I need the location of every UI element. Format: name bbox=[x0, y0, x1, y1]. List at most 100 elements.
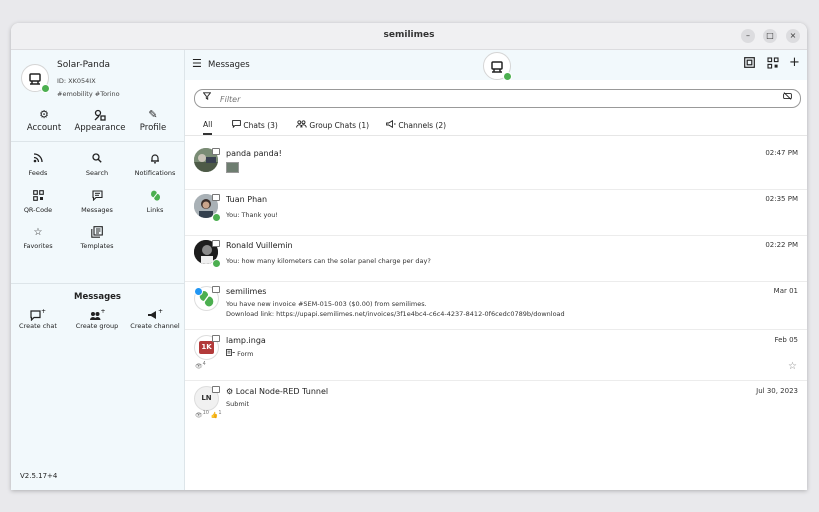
chat-badge-icon bbox=[212, 194, 220, 201]
tab-channels[interactable]: Channels (2) bbox=[386, 119, 447, 130]
svg-text:+: + bbox=[158, 308, 163, 315]
tab-channels-label: Channels (2) bbox=[398, 121, 447, 130]
app-window: semilimes – □ × Solar-Panda ID: XK054IX … bbox=[11, 23, 807, 490]
leaf-icon bbox=[126, 190, 184, 203]
message-icon bbox=[68, 190, 126, 203]
nav-search[interactable]: Search bbox=[68, 153, 126, 177]
chat-time: Mar 01 bbox=[773, 287, 798, 295]
online-status-dot bbox=[212, 213, 221, 222]
views-counter: 👁10 👍1 bbox=[195, 410, 222, 419]
minimize-button[interactable]: – bbox=[741, 29, 755, 43]
account-label: Account bbox=[26, 123, 62, 133]
chat-time: 02:47 PM bbox=[765, 149, 798, 157]
chat-item[interactable]: semilimes Mar 01 You have new invoice #S… bbox=[185, 281, 807, 330]
nav-notifications-label: Notifications bbox=[134, 169, 176, 177]
chat-preview: Submit bbox=[226, 400, 250, 408]
create-chat-button[interactable]: + Create chat bbox=[11, 308, 67, 331]
nav-qr-code-label: QR-Code bbox=[23, 206, 53, 214]
favorite-star-icon[interactable]: ☆ bbox=[788, 361, 797, 372]
chat-preview: You: Thank you! bbox=[226, 211, 279, 219]
title-bar: semilimes – □ × bbox=[11, 23, 807, 50]
svg-text:+: + bbox=[41, 308, 46, 315]
hamburger-menu-icon[interactable]: ☰ bbox=[192, 58, 202, 69]
create-channel-button[interactable]: + Create channel bbox=[126, 308, 184, 331]
gear-small-icon: ⚙ bbox=[226, 387, 236, 396]
lamp-logo: 1K bbox=[199, 341, 214, 354]
chat-item[interactable]: panda panda! 02:47 PM bbox=[185, 143, 807, 190]
divider bbox=[11, 283, 184, 284]
nav-search-label: Search bbox=[85, 169, 109, 177]
nav-links-label: Links bbox=[146, 206, 164, 214]
nav-notifications[interactable]: Notifications bbox=[126, 153, 184, 177]
group-icon bbox=[296, 120, 309, 130]
star-icon: ☆ bbox=[33, 227, 43, 238]
chat-icon bbox=[232, 120, 243, 130]
gear-icon: ⚙ bbox=[39, 108, 49, 121]
bell-icon bbox=[126, 153, 184, 166]
account-button[interactable]: ⚙ Account bbox=[15, 108, 73, 133]
messages-header: ☰ Messages + bbox=[185, 50, 807, 81]
nav-qr-code[interactable]: QR-Code bbox=[11, 190, 67, 214]
tab-all[interactable]: All bbox=[203, 120, 213, 135]
divider bbox=[11, 141, 184, 142]
nav-templates[interactable]: Templates bbox=[68, 226, 126, 250]
chat-preview: You have new invoice #SEM-015-003 ($0.00… bbox=[226, 300, 427, 308]
filter-bar[interactable] bbox=[194, 89, 801, 108]
chat-item[interactable]: LN ⚙ Local Node-RED Tunnel Jul 30, 2023 … bbox=[185, 381, 807, 427]
profile-button[interactable]: ✎ Profile bbox=[124, 108, 182, 133]
create-channel-label: Create channel bbox=[130, 322, 180, 330]
online-status-dot bbox=[41, 84, 50, 93]
qr-scan-icon[interactable] bbox=[767, 57, 779, 73]
appearance-label: Appearance bbox=[74, 123, 126, 133]
chat-preview: Form bbox=[226, 349, 253, 358]
chat-name: Tuan Phan bbox=[226, 195, 268, 204]
qr-icon bbox=[11, 190, 67, 203]
group-badge-icon bbox=[212, 148, 220, 155]
filter-icon bbox=[202, 92, 212, 102]
chat-item[interactable]: Tuan Phan 02:35 PM You: Thank you! bbox=[185, 189, 807, 236]
verified-badge-icon bbox=[194, 287, 203, 296]
online-status-dot bbox=[503, 72, 512, 81]
nav-messages[interactable]: Messages bbox=[68, 190, 126, 214]
create-chat-label: Create chat bbox=[19, 322, 57, 330]
profile-name: Solar-Panda bbox=[57, 60, 111, 70]
profile-tags: #emobility #Torino bbox=[57, 90, 120, 98]
clear-filter-icon[interactable] bbox=[783, 92, 792, 102]
close-button[interactable]: × bbox=[786, 29, 800, 43]
form-icon bbox=[226, 349, 237, 358]
header-title: Messages bbox=[208, 60, 250, 70]
pencil-icon: ✎ bbox=[148, 108, 158, 121]
chat-name: lamp.inga bbox=[226, 336, 266, 345]
sidebar: Solar-Panda ID: XK054IX #emobility #Tori… bbox=[11, 50, 185, 490]
profile-avatar[interactable] bbox=[21, 64, 50, 93]
channel-badge-icon bbox=[212, 386, 220, 393]
eye-icon: 👁 bbox=[195, 363, 203, 370]
nav-favorites[interactable]: ☆ Favorites bbox=[11, 226, 67, 250]
appearance-button[interactable]: Appearance bbox=[71, 108, 129, 133]
scan-frame-icon[interactable] bbox=[744, 57, 755, 72]
chat-name: ⚙ Local Node-RED Tunnel bbox=[226, 387, 328, 396]
create-group-button[interactable]: + Create group bbox=[68, 308, 126, 331]
chat-badge-icon bbox=[212, 286, 220, 293]
add-icon[interactable]: + bbox=[789, 56, 800, 70]
profile-label: Profile bbox=[139, 123, 167, 133]
tab-chats[interactable]: Chats (3) bbox=[232, 120, 278, 130]
nav-messages-label: Messages bbox=[81, 206, 113, 214]
megaphone-icon bbox=[386, 119, 398, 130]
chat-time: 02:35 PM bbox=[765, 195, 798, 203]
nav-links[interactable]: Links bbox=[126, 190, 184, 214]
header-avatar[interactable] bbox=[483, 52, 512, 81]
tab-group-chats[interactable]: Group Chats (1) bbox=[296, 120, 369, 130]
chat-item[interactable]: 1K lamp.inga Feb 05 Form 👁4 ☆ bbox=[185, 330, 807, 381]
group-plus-icon: + bbox=[68, 308, 126, 322]
filter-input[interactable] bbox=[218, 92, 762, 106]
views-count: 4 bbox=[202, 361, 206, 367]
main-panel: ☰ Messages + Filter All Chats (3) Group … bbox=[185, 50, 807, 490]
chat-tabs: All Chats (3) Group Chats (1) Channels (… bbox=[185, 113, 807, 135]
maximize-button[interactable]: □ bbox=[763, 29, 777, 43]
likes-count: 1 bbox=[218, 410, 222, 416]
chat-time: 02:22 PM bbox=[765, 241, 798, 249]
chat-item[interactable]: Ronald Vuillemin 02:22 PM You: how many … bbox=[185, 235, 807, 282]
channel-badge-icon bbox=[212, 335, 220, 342]
nav-feeds[interactable]: Feeds bbox=[11, 153, 67, 177]
